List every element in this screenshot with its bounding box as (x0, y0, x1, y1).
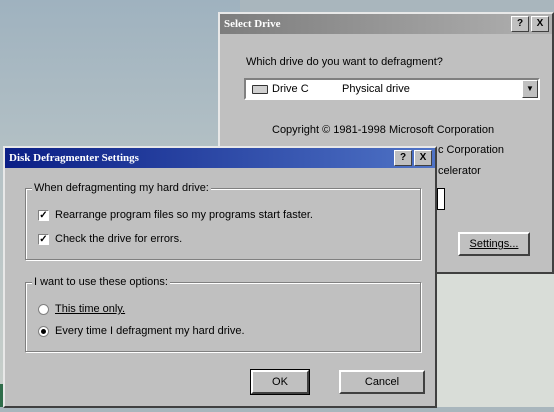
defrag-options-group: When defragmenting my hard drive: ✓ Rear… (25, 182, 421, 260)
every-time-option[interactable]: Every time I defragment my hard drive. (38, 325, 245, 337)
desktop-background-right (434, 270, 554, 407)
drive-name: Drive C (272, 83, 309, 95)
select-drive-titlebar[interactable]: Select Drive ? X (220, 14, 552, 34)
check-errors-checkbox[interactable]: ✓ (38, 233, 49, 245)
ok-button[interactable]: OK (250, 369, 310, 395)
chevron-down-icon[interactable]: ▼ (522, 80, 538, 98)
check-errors-label: Check the drive for errors. (55, 233, 183, 245)
help-button[interactable]: ? (511, 16, 529, 32)
rearrange-label: Rearrange program files so my programs s… (55, 209, 313, 221)
copyright-text-3: celerator (438, 165, 481, 177)
drive-type: Physical drive (342, 83, 410, 95)
this-time-radio[interactable] (38, 303, 49, 315)
group-label: When defragmenting my hard drive: (32, 182, 211, 194)
close-button[interactable]: X (531, 16, 549, 32)
settings-titlebar[interactable]: Disk Defragmenter Settings ? X (5, 148, 435, 168)
copyright-text: Copyright © 1981-1998 Microsoft Corporat… (272, 124, 495, 136)
settings-button-label: Settings... (469, 238, 519, 250)
drive-question-label: Which drive do you want to defragment? (246, 56, 443, 68)
every-time-label: Every time I defragment my hard drive. (55, 325, 245, 337)
help-button[interactable]: ? (394, 150, 412, 166)
this-time-label: This time only. (55, 303, 126, 315)
partial-control (437, 188, 445, 210)
settings-title: Disk Defragmenter Settings (9, 152, 139, 164)
this-time-option[interactable]: This time only. (38, 303, 125, 315)
rearrange-checkbox[interactable]: ✓ (38, 209, 49, 221)
select-drive-title: Select Drive (224, 18, 281, 30)
hard-drive-icon (252, 84, 268, 94)
group-label: I want to use these options: (32, 276, 170, 288)
defrag-settings-dialog: Disk Defragmenter Settings ? X When defr… (3, 146, 437, 408)
copyright-text-2: c Corporation (438, 144, 505, 156)
drive-select[interactable]: Drive C Physical drive ▼ (244, 78, 540, 100)
rearrange-option[interactable]: ✓ Rearrange program files so my programs… (38, 209, 313, 221)
use-options-group: I want to use these options: This time o… (25, 276, 421, 352)
cancel-button[interactable]: Cancel (339, 370, 425, 394)
every-time-radio[interactable] (38, 325, 49, 337)
check-errors-option[interactable]: ✓ Check the drive for errors. (38, 233, 182, 245)
settings-button[interactable]: Settings... (458, 232, 530, 256)
close-button[interactable]: X (414, 150, 432, 166)
